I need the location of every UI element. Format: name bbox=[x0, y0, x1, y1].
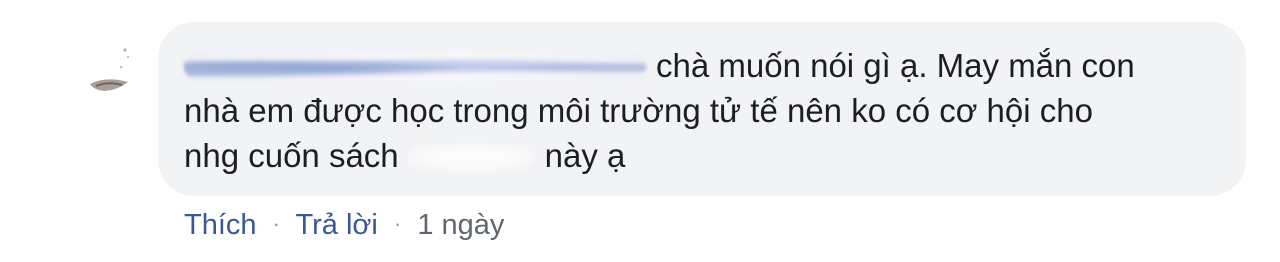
comment-text-part: này ạ bbox=[544, 137, 626, 174]
blurred-word bbox=[406, 143, 535, 173]
comment-item: chà muốn nói gì ạ. May mắn con nhà em đư… bbox=[0, 0, 1280, 262]
comment-bubble: chà muốn nói gì ạ. May mắn con nhà em đư… bbox=[158, 22, 1246, 196]
timestamp[interactable]: 1 ngày bbox=[417, 209, 504, 241]
separator-dot: · bbox=[393, 211, 402, 236]
comment-text-line-2: nhà em được học trong môi trường tử tế n… bbox=[184, 92, 1093, 129]
blurred-author-name bbox=[184, 51, 646, 81]
reply-link[interactable]: Trả lời bbox=[295, 209, 377, 241]
like-link[interactable]: Thích bbox=[184, 209, 257, 241]
separator-dot: · bbox=[272, 211, 280, 236]
comment-text-part: chà muốn nói gì ạ. May mắn con bbox=[656, 47, 1135, 84]
comment-text-line-1: chà muốn nói gì ạ. May mắn con bbox=[184, 43, 1135, 89]
comment-text-part: nhg cuốn sách bbox=[184, 137, 399, 174]
comment-text-line-3: nhg cuốn sách này ạ bbox=[184, 133, 625, 179]
comment-actions: Thích · Trả lời · 1 ngày bbox=[184, 204, 504, 245]
avatar-image bbox=[84, 40, 136, 96]
avatar[interactable] bbox=[84, 40, 136, 96]
